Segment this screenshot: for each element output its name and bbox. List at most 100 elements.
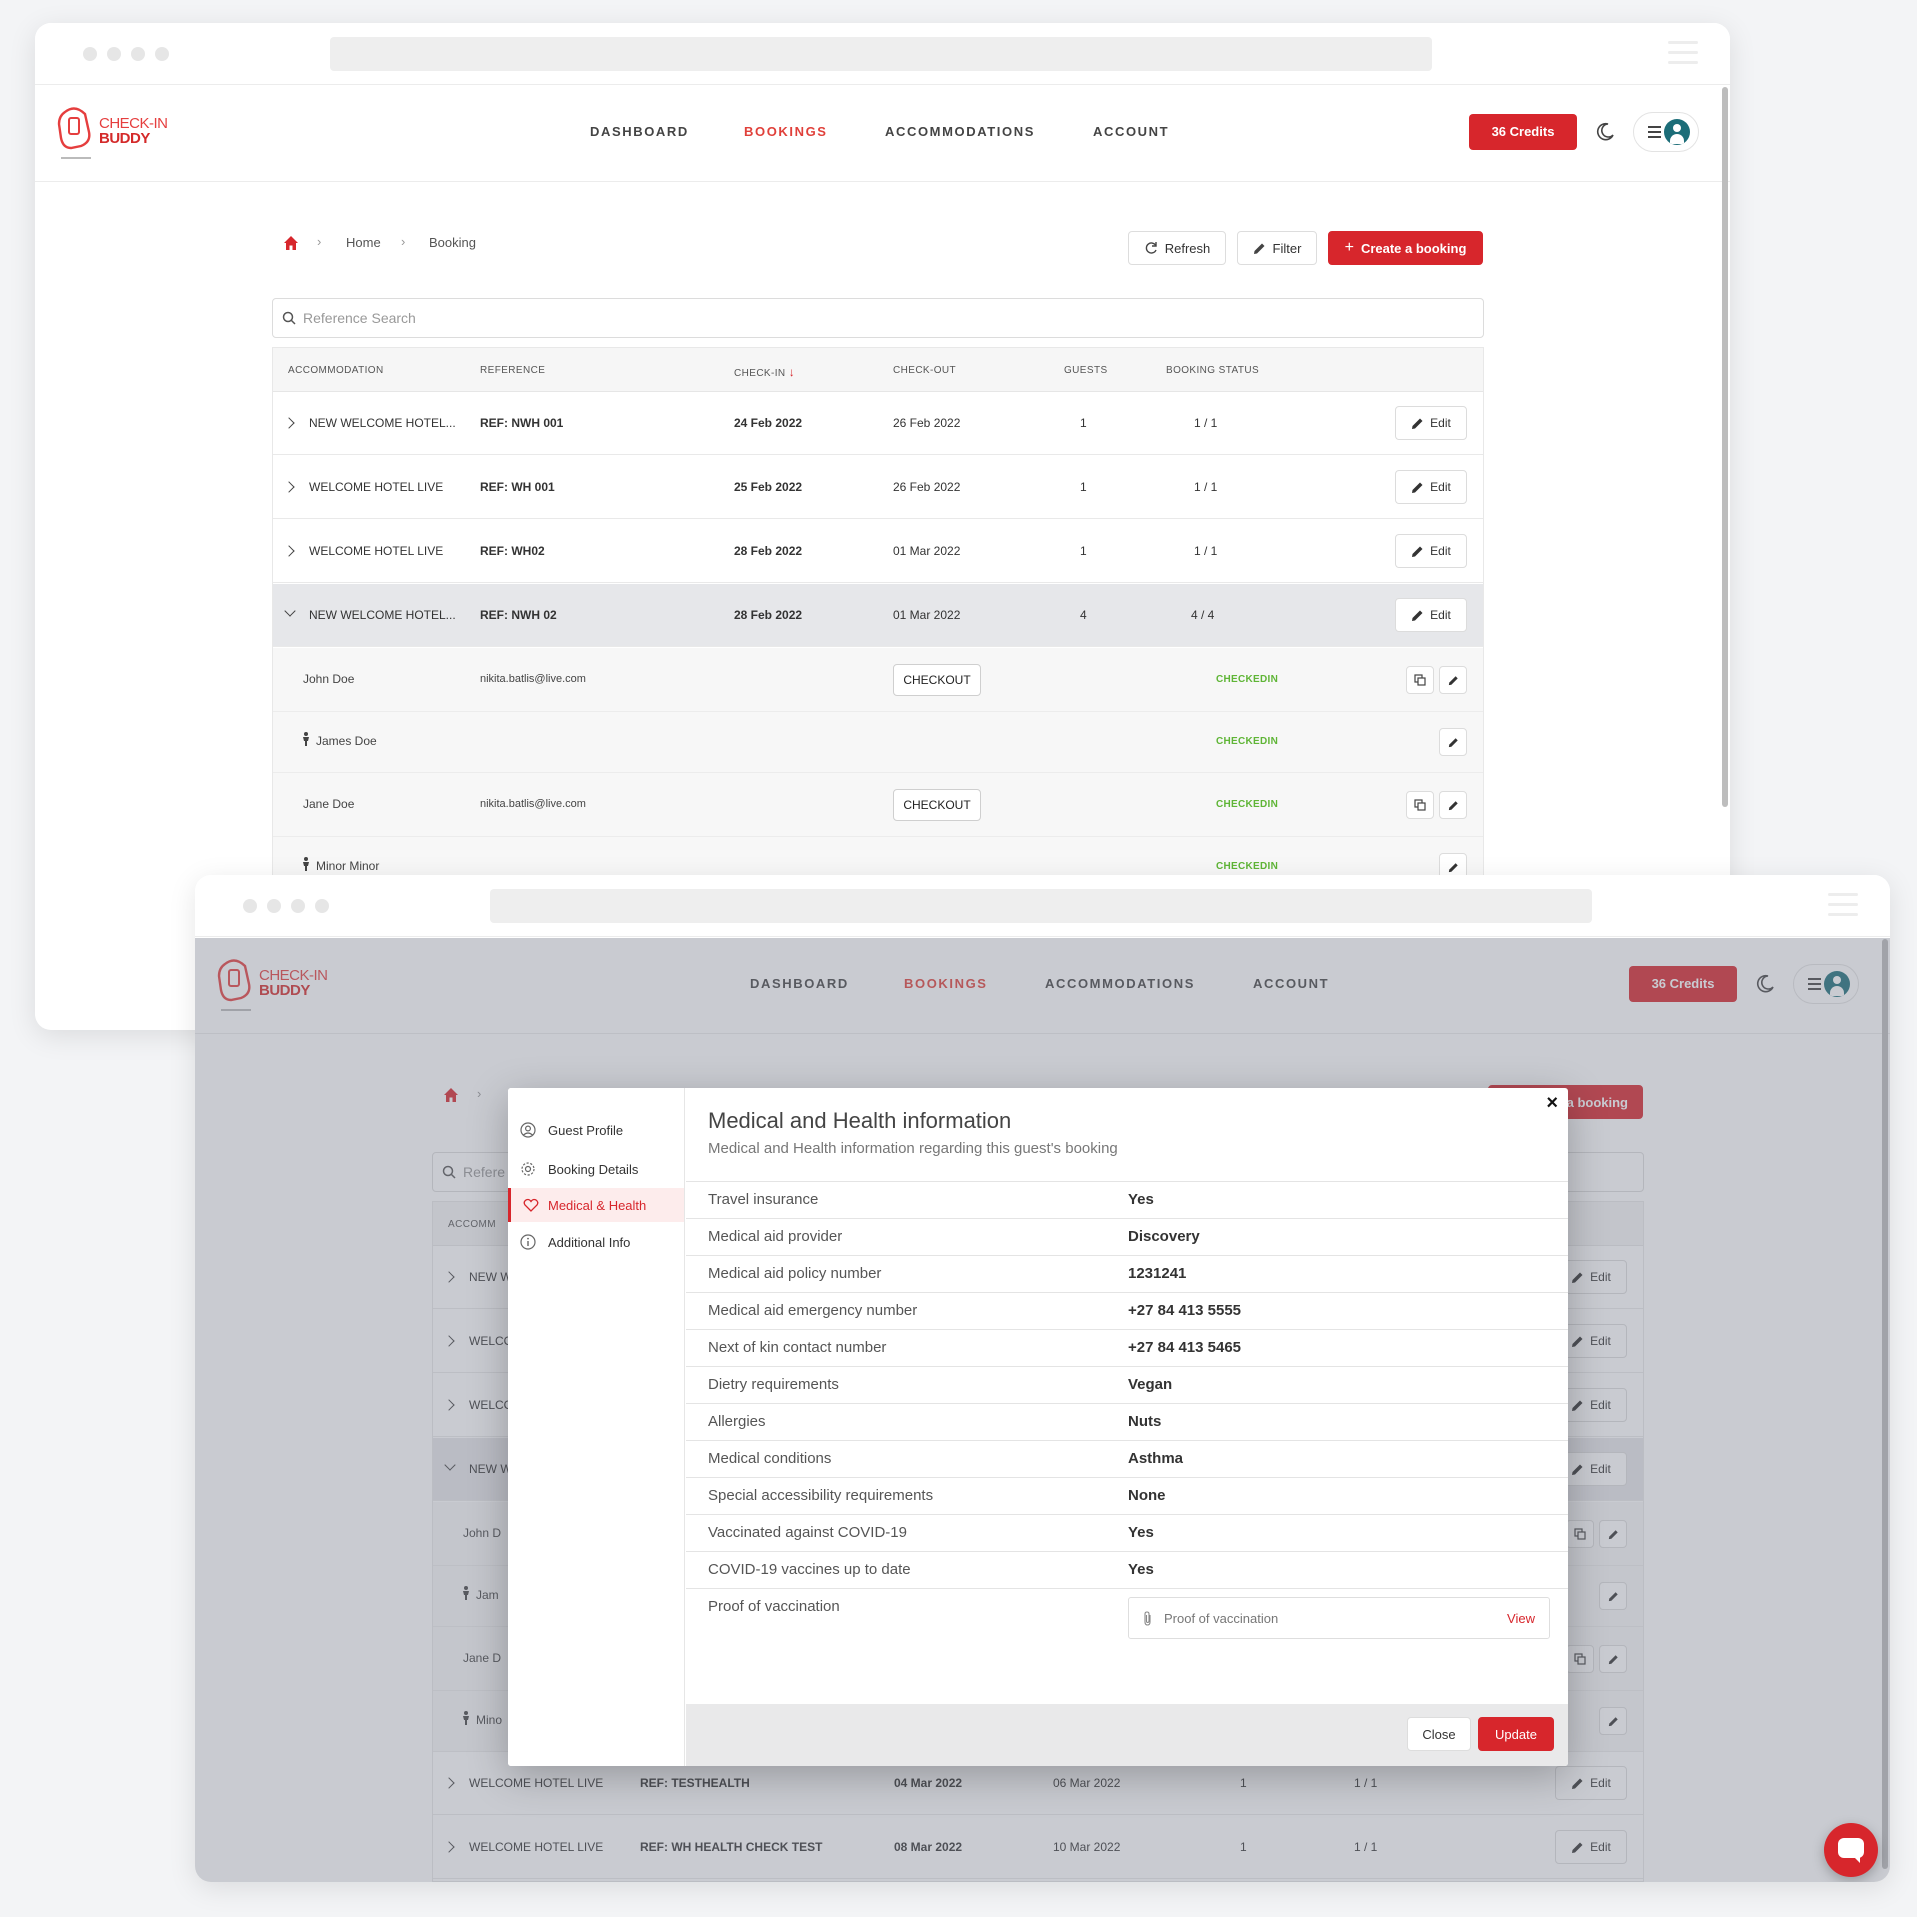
- table-row[interactable]: NEW WELCOME HOTEL... REF: NWH 001 24 Feb…: [273, 392, 1483, 455]
- logo-text: CHECK-IN BUDDY: [99, 116, 168, 146]
- cell-accommodation: WELCOME HOTEL LIVE: [309, 544, 444, 558]
- person-icon: [303, 857, 309, 871]
- menu-medical-health[interactable]: Medical & Health: [508, 1188, 684, 1222]
- edit-button[interactable]: Edit: [1395, 406, 1467, 440]
- info-row: Next of kin contact number +27 84 413 546…: [686, 1329, 1568, 1366]
- guest-row[interactable]: John Doe nikita.batlis@live.com CHECKOUT…: [273, 648, 1483, 712]
- nav-accommodations[interactable]: ACCOMMODATIONS: [885, 124, 1035, 139]
- address-bar[interactable]: [490, 889, 1592, 923]
- guest-row[interactable]: James Doe CHECKEDIN: [273, 712, 1483, 773]
- chevron-right-icon[interactable]: [283, 545, 295, 557]
- credits-button[interactable]: 36 Credits: [1469, 114, 1577, 150]
- window-dot: [315, 899, 329, 913]
- chevron-right-icon[interactable]: [283, 417, 295, 429]
- cell-guests: 1: [1080, 480, 1087, 494]
- chevron-down-icon[interactable]: [284, 605, 296, 617]
- table-row[interactable]: WELCOME HOTEL LIVE REF: WH 001 25 Feb 20…: [273, 456, 1483, 519]
- dark-mode-moon-icon[interactable]: [1595, 122, 1615, 142]
- nav-dashboard[interactable]: DASHBOARD: [590, 124, 689, 139]
- browser-menu-icon[interactable]: [1668, 41, 1698, 65]
- col-accommodation[interactable]: ACCOMMODATION: [288, 365, 384, 376]
- field-label: Allergies: [708, 1413, 766, 1430]
- chat-bubble-icon[interactable]: [1824, 1823, 1878, 1877]
- cell-status: 4 / 4: [1191, 608, 1215, 622]
- menu-additional-info[interactable]: Additional Info: [508, 1225, 684, 1259]
- pencil-icon: [1448, 675, 1458, 685]
- info-row: Special accessibility requirements None: [686, 1477, 1568, 1514]
- modal-subtitle: Medical and Health information regarding…: [708, 1140, 1118, 1157]
- cell-checkout: 01 Mar 2022: [893, 608, 961, 622]
- refresh-button[interactable]: Refresh: [1128, 231, 1226, 265]
- breadcrumb-home[interactable]: Home: [346, 235, 381, 250]
- person-icon: [303, 732, 309, 746]
- cell-status: 1 / 1: [1194, 544, 1218, 558]
- foreground-browser-window: CHECK-IN BUDDY DASHBOARD BOOKINGS ACCOMM…: [195, 875, 1890, 1882]
- cell-checkin: 25 Feb 2022: [734, 480, 803, 494]
- checkout-button[interactable]: CHECKOUT: [893, 789, 981, 821]
- search-placeholder: Reference Search: [303, 310, 416, 326]
- col-checkin[interactable]: CHECK-IN ↓: [734, 365, 795, 379]
- cell-checkout: 26 Feb 2022: [893, 480, 961, 494]
- logo-line1: CHECK-IN: [99, 115, 168, 132]
- guest-name: Minor Minor: [316, 859, 380, 873]
- sort-arrow-down-icon: ↓: [788, 365, 796, 379]
- close-icon[interactable]: ×: [1546, 1092, 1558, 1115]
- app-logo[interactable]: CHECK-IN BUDDY: [55, 104, 175, 164]
- create-booking-label: Create a booking: [1360, 240, 1467, 256]
- cell-checkout: 01 Mar 2022: [893, 544, 961, 558]
- update-button[interactable]: Update: [1478, 1717, 1554, 1751]
- create-booking-button[interactable]: + Create a booking: [1328, 231, 1483, 265]
- reference-search[interactable]: Reference Search: [272, 298, 1484, 338]
- filter-label: Filter: [1272, 240, 1302, 256]
- edit-button[interactable]: Edit: [1395, 598, 1467, 632]
- home-icon[interactable]: [283, 235, 299, 251]
- menu-label: Guest Profile: [548, 1122, 624, 1138]
- edit-guest-button[interactable]: [1439, 666, 1467, 694]
- copy-button[interactable]: [1406, 666, 1434, 694]
- chevron-right-icon[interactable]: [283, 481, 295, 493]
- col-reference[interactable]: REFERENCE: [480, 365, 545, 376]
- proof-attachment: Proof of vaccination View: [1128, 1597, 1550, 1639]
- info-icon: [520, 1234, 536, 1250]
- top-navbar: CHECK-IN BUDDY DASHBOARD BOOKINGS ACCOMM…: [35, 86, 1730, 182]
- copy-icon: [1414, 674, 1426, 686]
- col-guests[interactable]: GUESTS: [1064, 365, 1108, 376]
- edit-button[interactable]: Edit: [1395, 470, 1467, 504]
- scrollbar[interactable]: [1722, 87, 1728, 807]
- field-label: Medical conditions: [708, 1450, 832, 1467]
- menu-booking-details[interactable]: Booking Details: [508, 1152, 684, 1186]
- table-row-expanded[interactable]: NEW WELCOME HOTEL... REF: NWH 02 28 Feb …: [273, 584, 1483, 647]
- browser-chrome: [195, 875, 1890, 937]
- pencil-icon: [1448, 862, 1458, 872]
- filter-button[interactable]: Filter: [1237, 231, 1317, 265]
- browser-menu-icon[interactable]: [1828, 893, 1858, 917]
- field-value: Yes: [1128, 1524, 1154, 1541]
- col-checkout[interactable]: CHECK-OUT: [893, 365, 956, 376]
- pencil-icon: [1412, 546, 1423, 557]
- guest-email: nikita.batlis@live.com: [480, 798, 586, 810]
- cell-checkin: 28 Feb 2022: [734, 544, 803, 558]
- proof-view-link[interactable]: View: [1507, 1611, 1535, 1626]
- cell-accommodation: WELCOME HOTEL LIVE: [309, 480, 444, 494]
- edit-button[interactable]: Edit: [1395, 534, 1467, 568]
- window-dot: [155, 47, 169, 61]
- user-menu[interactable]: [1633, 112, 1699, 152]
- table-row[interactable]: WELCOME HOTEL LIVE REF: WH02 28 Feb 2022…: [273, 520, 1483, 583]
- nav-bookings[interactable]: BOOKINGS: [744, 124, 828, 139]
- guest-row[interactable]: Jane Doe nikita.batlis@live.com CHECKOUT…: [273, 773, 1483, 837]
- edit-guest-button[interactable]: [1439, 791, 1467, 819]
- col-status[interactable]: BOOKING STATUS: [1166, 365, 1259, 376]
- guest-status: CHECKEDIN: [1216, 799, 1279, 810]
- cell-checkout: 26 Feb 2022: [893, 416, 961, 430]
- checkout-button[interactable]: CHECKOUT: [893, 664, 981, 696]
- nav-account[interactable]: ACCOUNT: [1093, 124, 1169, 139]
- address-bar[interactable]: [330, 37, 1432, 71]
- cell-accommodation: NEW WELCOME HOTEL...: [309, 416, 456, 430]
- edit-guest-button[interactable]: [1439, 728, 1467, 756]
- close-button[interactable]: Close: [1407, 1717, 1471, 1751]
- menu-guest-profile[interactable]: Guest Profile: [508, 1113, 684, 1147]
- edit-label: Edit: [1430, 480, 1451, 494]
- info-row: Allergies Nuts: [686, 1403, 1568, 1440]
- copy-button[interactable]: [1406, 791, 1434, 819]
- heart-icon: [523, 1198, 539, 1212]
